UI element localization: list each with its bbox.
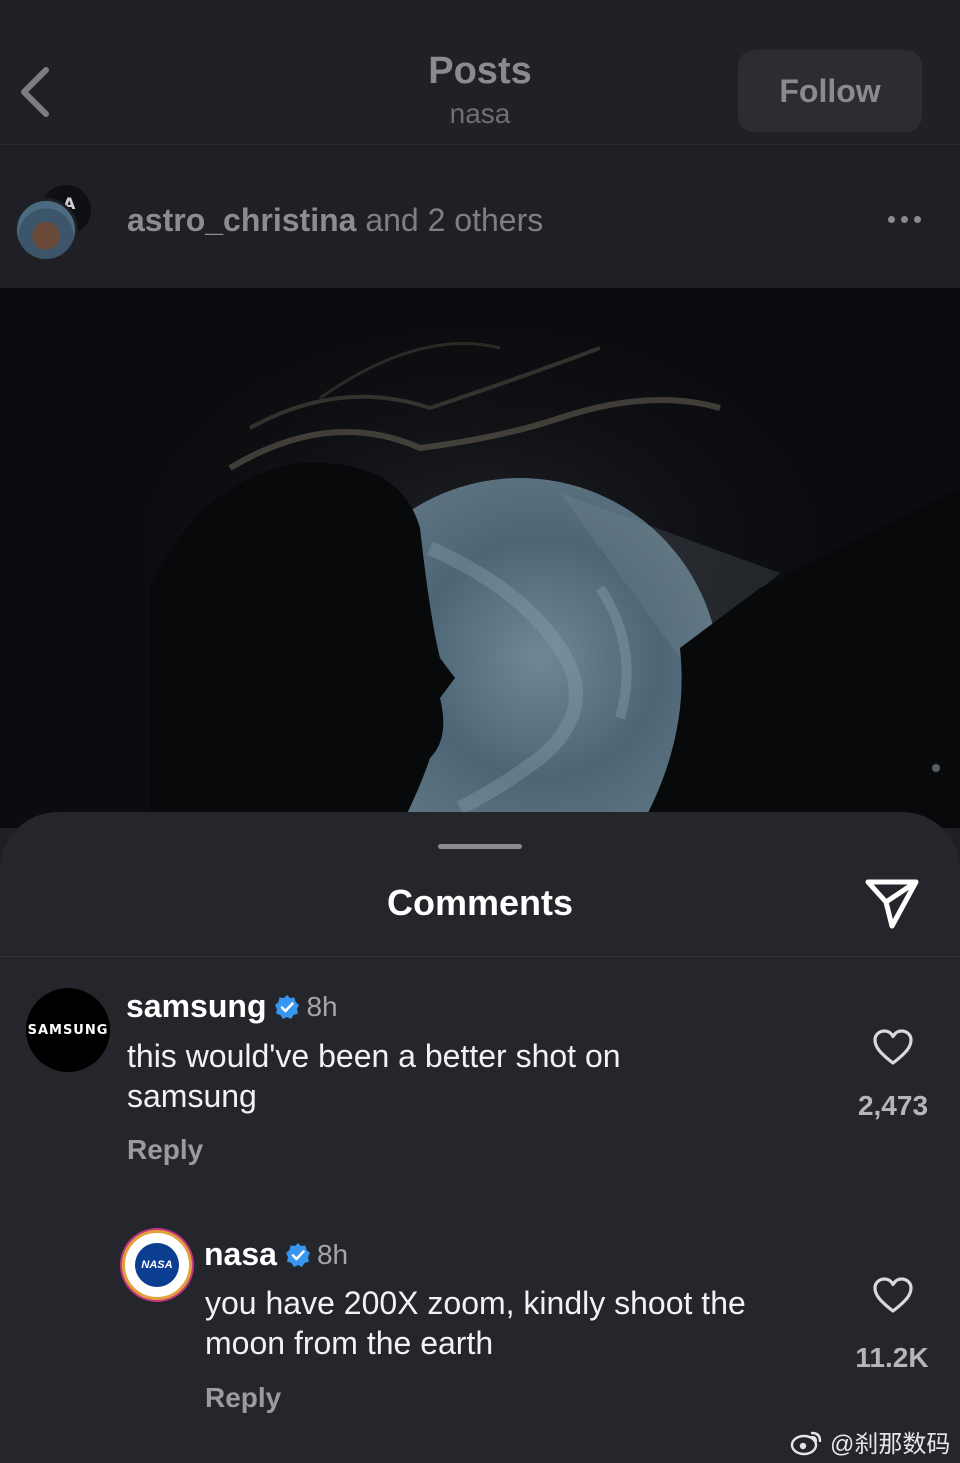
- comments-title: Comments: [386, 882, 574, 923]
- share-icon[interactable]: [862, 874, 922, 932]
- weibo-icon: [790, 1431, 822, 1455]
- follow-button[interactable]: Follow: [738, 50, 922, 132]
- comment-text-line: samsung: [127, 1078, 257, 1114]
- verified-icon: [285, 1242, 310, 1267]
- comment-time: 8h: [306, 990, 338, 1022]
- earth-window-image: [0, 288, 960, 828]
- back-icon[interactable]: [18, 66, 54, 118]
- comment-header: nasa 8h: [204, 1236, 348, 1273]
- comment-username[interactable]: nasa: [204, 1236, 277, 1273]
- page-title: Posts: [428, 50, 532, 92]
- reply-button[interactable]: Reply: [127, 1134, 203, 1166]
- sheet-divider: [0, 956, 960, 957]
- watermark-text: @刹那数码: [830, 1431, 951, 1458]
- comment-text: you have 200X zoom, kindly shoot the moo…: [205, 1283, 746, 1363]
- comments-sheet: Comments SAMSUNG samsung 8h this would'v…: [0, 812, 960, 1463]
- post-authors[interactable]: astro_christina and 2 others: [127, 202, 543, 239]
- author-avatar[interactable]: [14, 198, 78, 262]
- samsung-avatar[interactable]: SAMSUNG: [26, 988, 110, 1072]
- nasa-logo: NASA: [135, 1243, 179, 1287]
- comment-text-line: moon from the earth: [205, 1325, 494, 1361]
- comment-time: 8h: [316, 1238, 349, 1270]
- heart-icon[interactable]: [872, 1028, 914, 1066]
- author-name[interactable]: astro_christina: [127, 202, 356, 238]
- comment-username[interactable]: samsung: [126, 988, 266, 1025]
- reply-button[interactable]: Reply: [205, 1382, 281, 1414]
- like-count: 11.2K: [855, 1342, 929, 1373]
- page-subtitle: nasa: [449, 98, 511, 129]
- nasa-avatar[interactable]: NASA: [122, 1230, 192, 1300]
- author-others[interactable]: and 2 others: [356, 202, 543, 238]
- samsung-logo: SAMSUNG: [27, 1022, 109, 1038]
- more-icon[interactable]: [888, 216, 921, 223]
- post-photo[interactable]: [0, 288, 960, 828]
- verified-icon: [275, 994, 300, 1019]
- like-count: 2,473: [857, 1090, 929, 1121]
- comment-text-line: you have 200X zoom, kindly shoot the: [205, 1285, 746, 1321]
- comment-text-line: this would've been a better shot on: [127, 1038, 621, 1074]
- comment-text: this would've been a better shot on sams…: [127, 1036, 621, 1116]
- heart-icon[interactable]: [872, 1276, 914, 1314]
- top-bar: Posts nasa Follow: [0, 0, 960, 145]
- weibo-watermark: @刹那数码: [790, 1424, 950, 1459]
- sheet-drag-handle[interactable]: [438, 844, 522, 849]
- header-title-group: Posts nasa: [330, 50, 630, 132]
- nasa-logo-text: NASA: [141, 1259, 173, 1271]
- comment-header: samsung 8h: [126, 988, 338, 1025]
